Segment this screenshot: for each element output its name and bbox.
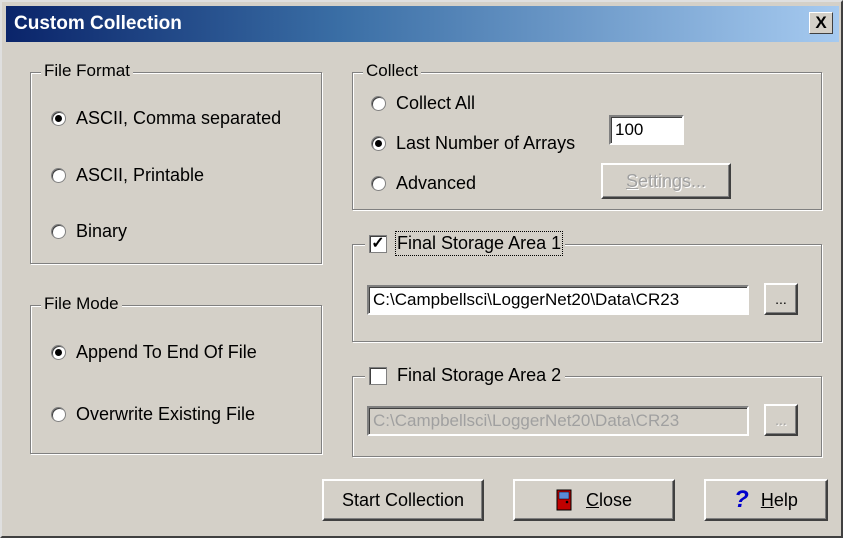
radio-collect-all[interactable]: Collect All xyxy=(371,93,475,114)
fsa2-checkbox[interactable]: Final Storage Area 2 xyxy=(365,365,566,386)
close-button[interactable]: Close xyxy=(513,479,675,521)
radio-label: Append To End Of File xyxy=(76,342,257,362)
settings-accesskey: S xyxy=(625,170,638,191)
door-icon xyxy=(556,489,572,511)
radio-label: Advanced xyxy=(396,173,477,193)
custom-collection-dialog: Custom Collection X File Format ASCII, C… xyxy=(0,0,843,538)
checkbox-label: Final Storage Area 2 xyxy=(397,365,562,385)
close-window-button[interactable]: X xyxy=(809,12,833,34)
radio-indicator[interactable] xyxy=(51,407,66,422)
radio-indicator[interactable] xyxy=(51,111,66,126)
radio-label: Binary xyxy=(76,221,128,241)
radio-append[interactable]: Append To End Of File xyxy=(51,342,257,363)
radio-last-number-arrays[interactable]: Last Number of Arrays xyxy=(371,133,575,154)
close-accesskey: C xyxy=(585,489,599,510)
fsa1-checkbox[interactable]: ✓ Final Storage Area 1 xyxy=(365,231,566,256)
file-mode-group: File Mode Append To End Of File Overwrit… xyxy=(30,294,322,454)
file-format-group: File Format ASCII, Comma separated ASCII… xyxy=(30,61,322,264)
radio-label: ASCII, Printable xyxy=(76,165,205,185)
file-mode-legend: File Mode xyxy=(41,294,122,314)
checkbox-label: Final Storage Area 1 xyxy=(394,231,564,256)
start-collection-button[interactable]: Start Collection xyxy=(322,479,484,521)
radio-ascii-comma[interactable]: ASCII, Comma separated xyxy=(51,108,281,129)
fsa1-group: ✓ Final Storage Area 1 C:\Campbellsci\Lo… xyxy=(352,231,822,342)
radio-label: Last Number of Arrays xyxy=(396,133,576,153)
close-icon: X xyxy=(815,13,827,32)
radio-label: Overwrite Existing File xyxy=(76,404,256,424)
fsa2-group: Final Storage Area 2 C:\Campbellsci\Logg… xyxy=(352,365,822,457)
checkbox-indicator[interactable]: ✓ xyxy=(369,234,387,253)
radio-binary[interactable]: Binary xyxy=(51,221,127,242)
radio-indicator[interactable] xyxy=(371,136,386,151)
title-bar: Custom Collection X xyxy=(6,6,839,42)
fsa2-path-input[interactable]: C:\Campbellsci\LoggerNet20\Data\CR23 xyxy=(367,406,749,436)
radio-indicator[interactable] xyxy=(51,345,66,360)
file-format-legend: File Format xyxy=(41,61,133,81)
fsa2-browse-button[interactable]: ... xyxy=(764,404,798,436)
help-label: elp xyxy=(773,489,798,510)
collect-legend: Collect xyxy=(363,61,421,81)
arrays-count-input[interactable]: 100 xyxy=(609,115,684,145)
fsa1-browse-button[interactable]: ... xyxy=(764,283,798,315)
settings-button[interactable]: Settings... xyxy=(601,163,731,199)
help-accesskey: H xyxy=(760,489,774,510)
window-title: Custom Collection xyxy=(14,13,182,34)
close-label: lose xyxy=(598,489,633,510)
checkbox-indicator[interactable] xyxy=(369,366,387,385)
radio-indicator[interactable] xyxy=(371,176,386,191)
radio-indicator[interactable] xyxy=(51,224,66,239)
radio-ascii-printable[interactable]: ASCII, Printable xyxy=(51,165,204,186)
question-mark-icon: ? xyxy=(734,486,749,513)
radio-label: ASCII, Comma separated xyxy=(76,108,282,128)
radio-overwrite[interactable]: Overwrite Existing File xyxy=(51,404,255,425)
settings-label: ettings... xyxy=(637,170,707,191)
radio-advanced[interactable]: Advanced xyxy=(371,173,476,194)
radio-indicator[interactable] xyxy=(371,96,386,111)
radio-label: Collect All xyxy=(396,93,476,113)
help-button[interactable]: ? Help xyxy=(704,479,828,521)
collect-group: Collect Collect All Last Number of Array… xyxy=(352,61,822,210)
radio-indicator[interactable] xyxy=(51,168,66,183)
fsa1-path-input[interactable]: C:\Campbellsci\LoggerNet20\Data\CR23 xyxy=(367,285,749,315)
